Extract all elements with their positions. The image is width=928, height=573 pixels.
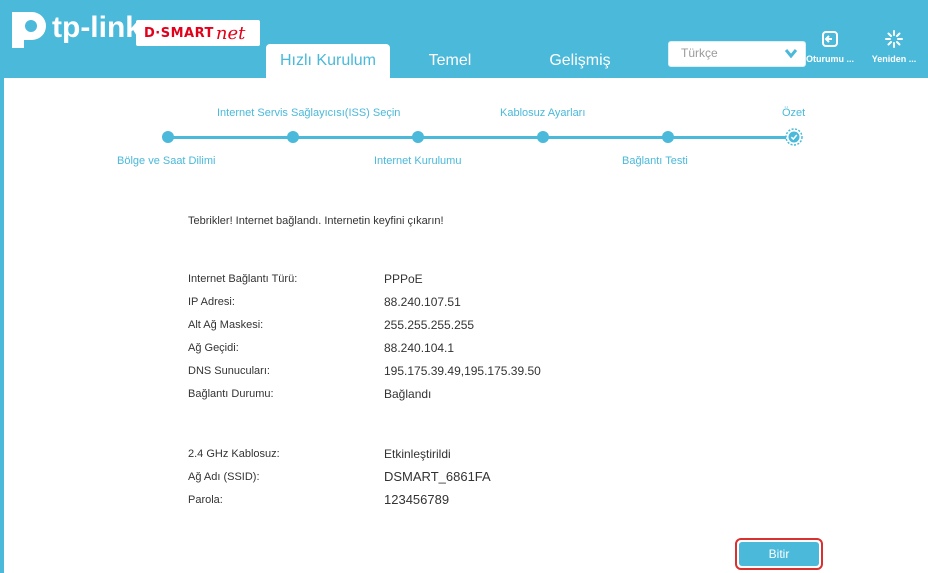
summary-value: 88.240.107.51	[384, 295, 461, 309]
summary-value: PPPoE	[384, 272, 423, 286]
language-select-value: Türkçe	[681, 46, 718, 60]
summary-label: Alt Ağ Maskesi:	[188, 319, 264, 331]
dsmart-logo-suffix: net	[215, 22, 246, 44]
tp-link-logo: tp-link	[6, 8, 142, 48]
summary-value: Etkinleştirildi	[384, 447, 451, 461]
summary-value: 88.240.104.1	[384, 341, 455, 355]
step-label-wireless: Kablosuz Ayarları	[500, 107, 586, 119]
summary-label: Ağ Geçidi:	[188, 342, 239, 354]
summary-value: 123456789	[384, 492, 450, 507]
logout-button[interactable]: Oturumu ...	[802, 30, 858, 64]
reboot-icon	[885, 30, 903, 48]
dsmart-logo-text: D·SMART	[144, 25, 214, 41]
step-label-test: Bağlantı Testi	[622, 155, 688, 167]
summary-label: 2.4 GHz Kablosuz:	[188, 448, 280, 460]
step-progress-line	[168, 136, 794, 139]
reboot-button[interactable]: Yeniden ...	[866, 30, 922, 64]
summary-value: 255.255.255.255	[384, 318, 475, 332]
top-bar: tp-link D·SMART net Hızlı Kurulum Temel …	[0, 0, 928, 78]
step-label-summary: Özet	[782, 107, 806, 119]
summary-value: DSMART_6861FA	[384, 469, 491, 484]
finish-button[interactable]: Bitir	[735, 538, 823, 570]
step-dot-2	[287, 131, 299, 143]
step-dot-1	[162, 131, 174, 143]
finish-button-label: Bitir	[739, 542, 819, 566]
summary-label: IP Adresi:	[188, 296, 235, 308]
summary-value: 195.175.39.49,195.175.39.50	[384, 364, 541, 378]
step-label-isp: Internet Servis Sağlayıcısı(ISS) Seçin	[217, 107, 401, 119]
frame-border	[0, 78, 4, 573]
step-label-internet: Internet Kurulumu	[374, 155, 462, 167]
summary-label: DNS Sunucuları:	[188, 365, 270, 377]
logout-label: Oturumu ...	[806, 54, 854, 64]
tab-quick-setup[interactable]: Hızlı Kurulum	[266, 44, 390, 78]
summary-value: Bağlandı	[384, 387, 432, 401]
step-current-check-icon	[785, 128, 803, 146]
step-dot-4	[537, 131, 549, 143]
chevron-down-icon	[785, 49, 797, 59]
step-label-region: Bölge ve Saat Dilimi	[117, 155, 216, 167]
summary-label: Ağ Adı (SSID):	[188, 471, 260, 483]
reboot-label: Yeniden ...	[871, 54, 917, 64]
step-dot-5	[662, 131, 674, 143]
success-message: Tebrikler! Internet bağlandı. Internetin…	[188, 215, 444, 227]
tab-basic[interactable]: Temel	[405, 44, 495, 78]
summary-label: Parola:	[188, 494, 223, 506]
summary-label: Bağlantı Durumu:	[188, 388, 274, 400]
dsmart-logo: D·SMART net	[136, 20, 260, 46]
step-dot-3	[412, 131, 424, 143]
logo-text: tp-link	[52, 11, 142, 44]
logout-icon	[822, 31, 838, 47]
tp-link-logo-mark	[12, 12, 46, 48]
tab-advanced[interactable]: Gelişmiş	[530, 44, 630, 78]
language-select[interactable]: Türkçe	[668, 41, 806, 67]
summary-label: Internet Bağlantı Türü:	[188, 273, 298, 285]
